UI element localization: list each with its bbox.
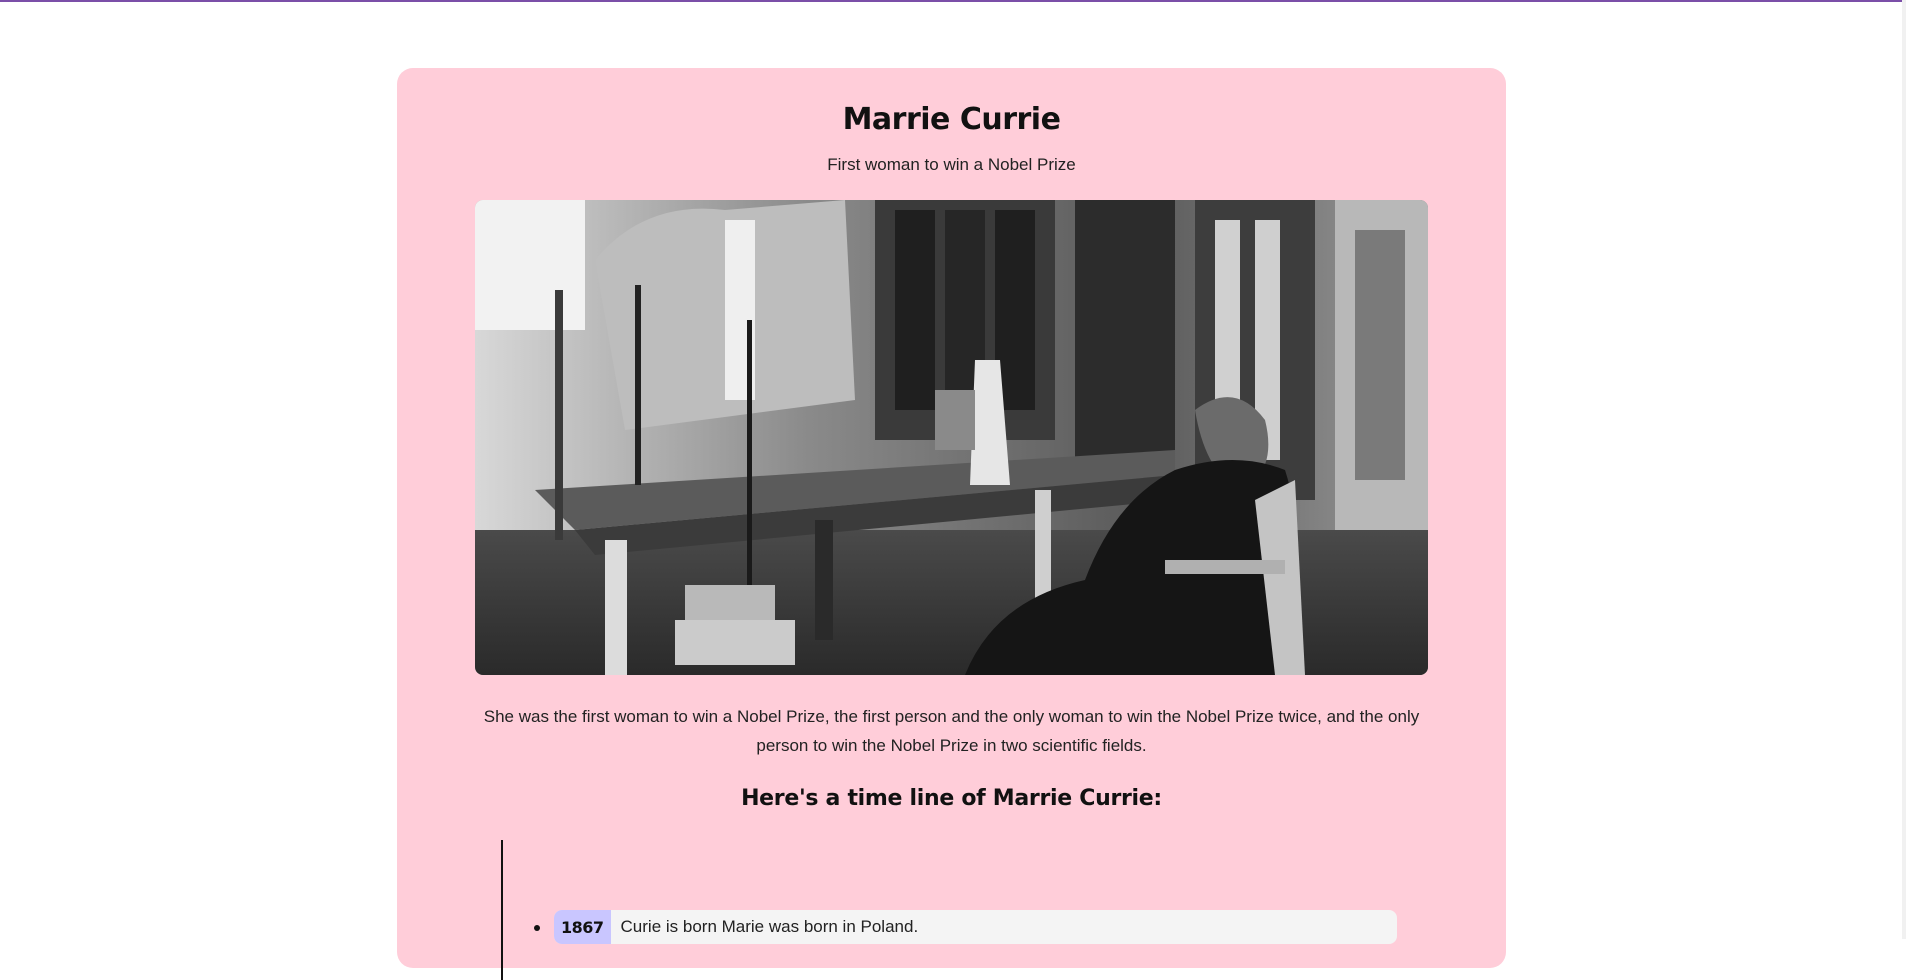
page-subtitle: First woman to win a Nobel Prize [827,155,1076,174]
photo-illustration [475,200,1428,675]
tribute-photo [475,200,1428,675]
timeline-vertical-line [501,840,503,980]
page-title: Marrie Currie [842,102,1061,137]
timeline-event-text: Curie is born Marie was born in Poland. [620,917,919,936]
biography-description: She was the first woman to win a Nobel P… [483,707,1420,755]
top-accent-bar [0,0,1906,2]
tribute-card: Marrie Currie First woman to win a Nobel… [397,68,1506,980]
list-bullet-icon [534,925,540,931]
scrollbar-track[interactable] [1902,0,1906,939]
timeline-heading: Here's a time line of Marrie Currie: [741,786,1162,811]
